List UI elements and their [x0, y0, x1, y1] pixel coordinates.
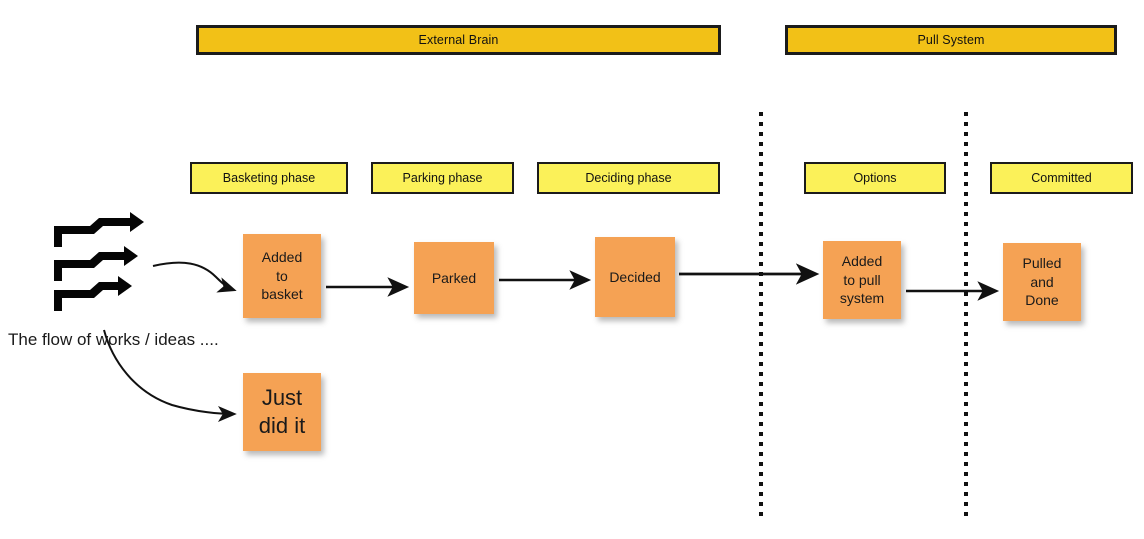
phase-box-options: Options — [804, 162, 946, 194]
sticky-note-label: Added to pull system — [839, 253, 885, 307]
lane-header-pull-system: Pull System — [785, 25, 1117, 55]
phase-box-label: Basketing phase — [222, 171, 316, 185]
phase-box-basketing: Basketing phase — [190, 162, 348, 194]
phase-box-committed: Committed — [990, 162, 1133, 194]
lane-header-label: External Brain — [418, 33, 499, 47]
phase-box-label: Deciding phase — [585, 171, 672, 185]
lane-header-external-brain: External Brain — [196, 25, 721, 55]
sticky-note-label: Added to basket — [261, 249, 303, 303]
connectors-overlay — [54, 212, 1000, 422]
sticky-note-decided: Decided — [595, 237, 675, 317]
sticky-note-label: Pulled and Done — [1022, 255, 1062, 309]
lane-header-label: Pull System — [917, 33, 985, 47]
inflow-arrows-icon — [54, 212, 144, 311]
sticky-note-pulled-and-done: Pulled and Done — [1003, 243, 1081, 321]
phase-box-label: Options — [853, 171, 897, 185]
sticky-note-label: Parked — [431, 269, 477, 286]
sticky-note-label: Just did it — [258, 384, 306, 438]
phase-box-label: Parking phase — [402, 171, 483, 185]
phase-box-deciding: Deciding phase — [537, 162, 720, 194]
flow-of-works-label: The flow of works / ideas .... — [8, 330, 219, 349]
lane-divider-right — [964, 112, 968, 520]
sticky-note-added-to-basket: Added to basket — [243, 234, 321, 318]
sticky-note-just-did-it: Just did it — [243, 373, 321, 451]
sticky-note-added-to-pull-system: Added to pull system — [823, 241, 901, 319]
diagram-canvas: External Brain Pull System Basketing pha… — [0, 0, 1144, 539]
sticky-note-label: Decided — [609, 268, 661, 285]
connector-inflow-to-basket — [152, 261, 237, 293]
sticky-note-parked: Parked — [414, 242, 494, 314]
phase-box-label: Committed — [1031, 171, 1092, 185]
lane-divider-left — [759, 112, 763, 520]
phase-box-parking: Parking phase — [371, 162, 514, 194]
